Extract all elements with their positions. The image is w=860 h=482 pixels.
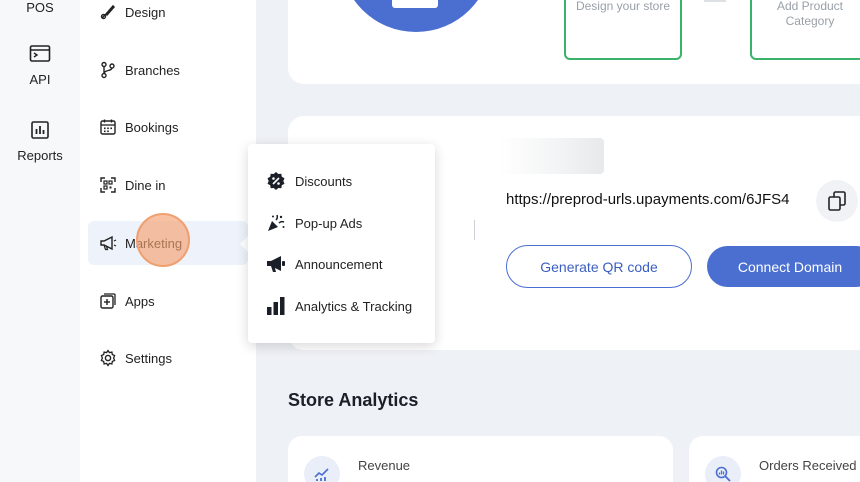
design-store-label: Design your store [575,0,671,13]
sidebar-item-settings[interactable]: Settings [88,336,248,380]
sidebar-item-label: Bookings [125,119,179,135]
connect-domain-button[interactable]: Connect Domain [707,246,860,287]
brush-icon [100,4,116,20]
rail-item-api[interactable]: API [0,44,80,87]
design-store-tile[interactable]: Design your store [564,0,682,60]
sidebar-item-label: Design [125,4,166,20]
sidebar: Design Branches Bookings Dine in Marketi… [80,0,256,482]
menu-item-label: Pop-up Ads [295,215,363,231]
flyout-caret [240,236,248,252]
sidebar-item-marketing[interactable]: Marketing [88,213,248,267]
revenue-card[interactable] [288,436,673,482]
sidebar-item-dine-in[interactable]: Dine in [88,163,248,207]
marketing-flyout-menu: Discounts Pop-up Ads Announcement Analyt… [248,144,435,343]
rail-item-reports[interactable]: Reports [0,120,80,163]
sidebar-item-apps[interactable]: Apps [88,279,248,323]
sidebar-item-label: Dine in [125,177,166,193]
bar-chart-icon [267,297,285,315]
divider [474,220,475,240]
terminal-icon [29,45,51,62]
sidebar-item-bookings[interactable]: Bookings [88,105,248,149]
menu-item-label: Analytics & Tracking [295,298,413,314]
sidebar-item-branches[interactable]: Branches [88,48,248,92]
copy-icon [828,191,846,211]
menu-item-discounts[interactable]: Discounts [266,169,352,193]
rail-item-label: Reports [17,148,63,163]
sidebar-item-label: Branches [125,62,180,78]
percent-badge-icon [267,172,285,190]
section-title: Store Analytics [288,390,419,410]
menu-item-popup-ads[interactable]: Pop-up Ads [266,211,362,235]
megaphone-icon [100,235,117,251]
blurred-store-name [500,138,604,174]
revenue-label: Revenue [358,458,411,473]
sidebar-item-design[interactable]: Design [88,0,248,34]
add-category-tile[interactable]: Add Product Category [750,0,860,60]
qr-scan-icon [100,177,116,193]
sidebar-item-label: Settings [125,350,172,366]
rail-item-pos[interactable]: POS [0,0,80,15]
bar-chart-icon [31,121,49,139]
menu-item-announcement[interactable]: Announcement [266,252,382,276]
gear-icon [100,349,116,367]
add-category-label: Add Product Category [776,0,844,28]
calendar-icon [100,119,116,135]
step-connector [704,0,726,2]
megaphone-icon [267,256,285,272]
icon-rail: POS API Reports [0,0,80,482]
rail-item-label: API [29,72,51,87]
rail-item-label: POS [26,0,54,15]
logo-placeholder [392,0,438,8]
orders-label: Orders Received [759,458,857,473]
menu-item-analytics-tracking[interactable]: Analytics & Tracking [266,294,412,318]
sidebar-item-label: Apps [125,293,155,309]
generate-qr-button[interactable]: Generate QR code [506,245,692,288]
menu-item-label: Discounts [295,173,353,189]
confetti-icon [268,214,285,231]
menu-item-label: Announcement [295,256,383,272]
sidebar-item-label: Marketing [125,235,183,251]
copy-url-button[interactable] [816,180,858,222]
store-url: https://preprod-urls.upayments.com/6JFS4 [506,191,790,208]
add-app-icon [100,293,116,309]
branch-icon [101,61,115,79]
